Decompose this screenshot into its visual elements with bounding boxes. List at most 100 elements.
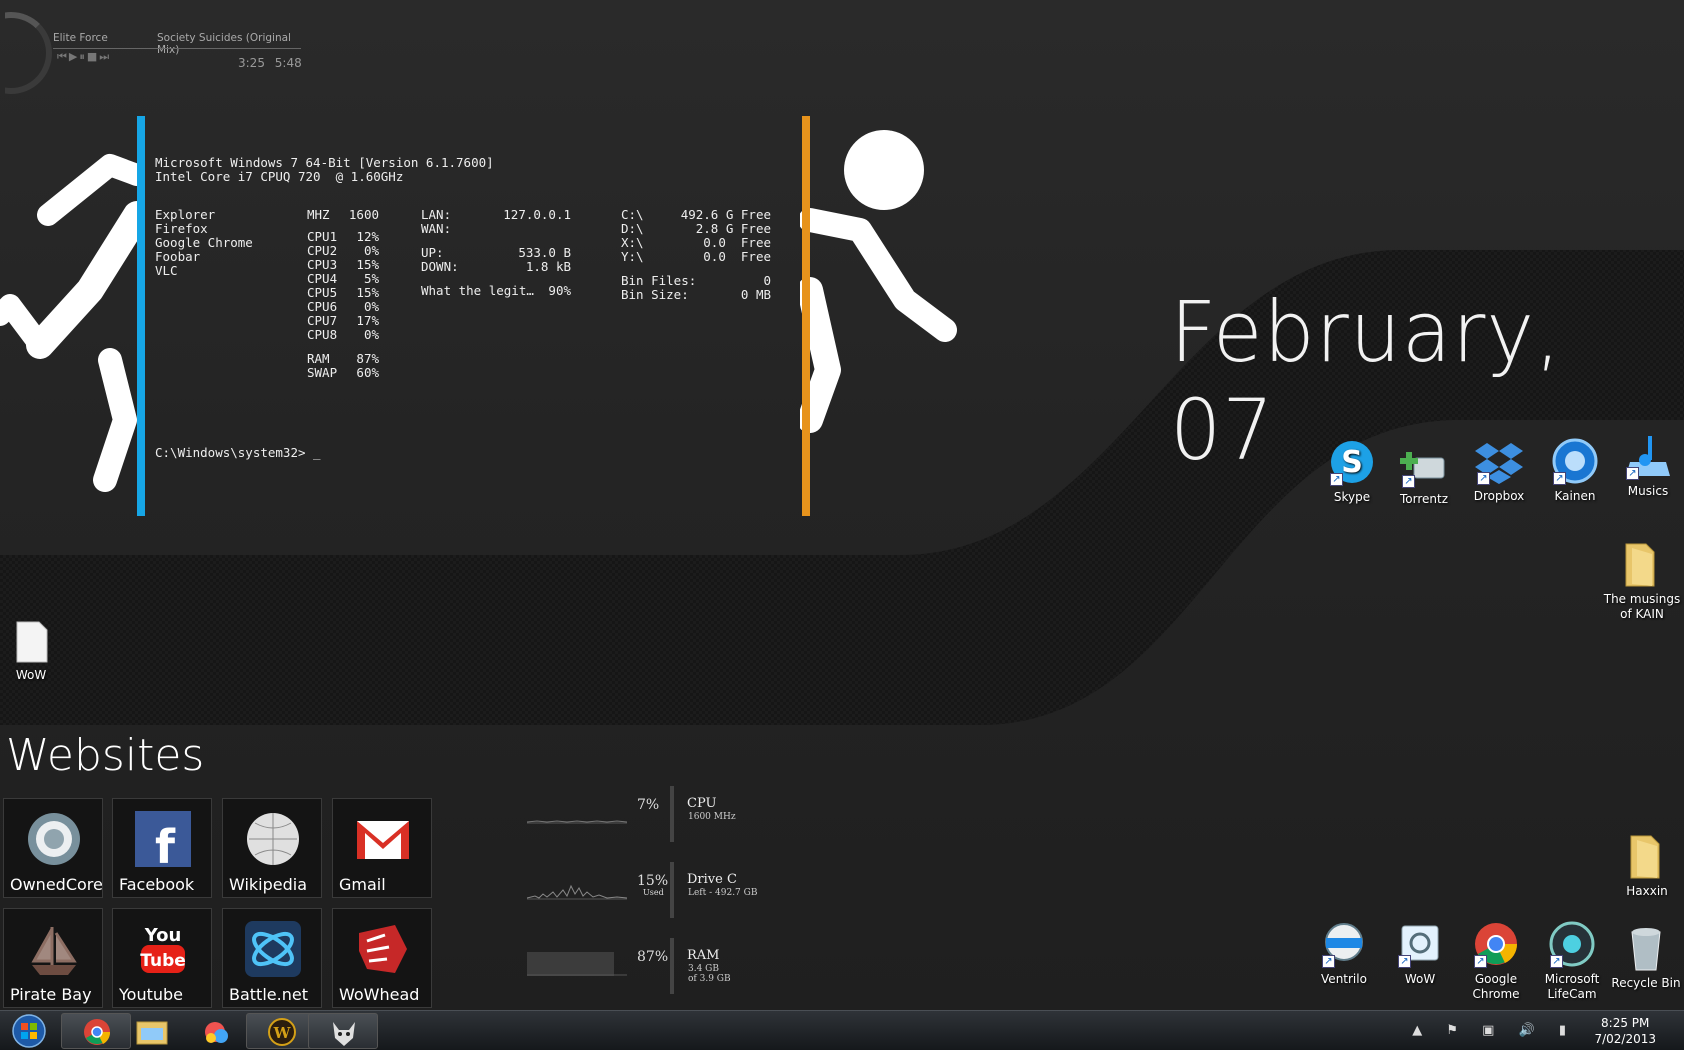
process-item: VLC — [155, 263, 178, 278]
desktop-icon-recycle-bin[interactable]: Recycle Bin — [1608, 924, 1684, 991]
desktop-icon-skype[interactable]: S ↗ Skype — [1311, 438, 1393, 505]
cpu-value: 0% — [363, 299, 379, 314]
taskbar-explorer[interactable] — [116, 1013, 186, 1049]
cpu-meter: 7% CPU 1600 MHz — [527, 786, 757, 842]
desktop-icon-kainen[interactable]: ↗ Kainen — [1534, 437, 1616, 504]
clock-time: 8:25 PM — [1601, 1016, 1650, 1030]
music-folder-icon: ↗ — [1624, 432, 1672, 480]
command-prompt[interactable]: C:\Windows\system32> _ — [155, 444, 321, 462]
taskbar-clock[interactable]: 8:25 PM 7/02/2013 — [1594, 1015, 1656, 1047]
desktop-file-wow[interactable]: WoW — [0, 620, 62, 683]
drive-c-meter-name: Drive C — [687, 872, 737, 887]
process-item: Foobar — [155, 249, 201, 264]
cpu-value: 12% — [356, 229, 379, 244]
system-tray[interactable]: ▲ ⚑ ▣ 🔊 ▮ — [1412, 1023, 1576, 1038]
shortcut-arrow-icon: ↗ — [1553, 472, 1566, 485]
shortcut-arrow-icon: ↗ — [1626, 467, 1639, 480]
folder-icon — [1618, 540, 1666, 588]
desktop-icon-wow[interactable]: ↗ WoW — [1379, 920, 1461, 987]
tile-label: Pirate Bay — [10, 985, 92, 1004]
process-item: Firefox — [155, 221, 208, 236]
drive-value: 0.0 Free — [703, 249, 771, 264]
cpu-label: CPU6 — [307, 299, 338, 314]
ownedcore-icon — [28, 813, 80, 865]
total-time: 5:48 — [274, 56, 302, 70]
icon-label: Dropbox — [1473, 489, 1525, 503]
drive-label: C:\ — [621, 207, 644, 222]
portal-figure-right-icon — [800, 130, 957, 433]
track-title: Society Suicides (Original Mix) — [157, 32, 291, 56]
icon-label: Kainen — [1554, 489, 1596, 503]
recycle-bin-icon — [1622, 924, 1670, 972]
website-tile-youtube[interactable]: You Tube Youtube — [112, 908, 212, 1008]
website-tile-wowhead[interactable]: WoWhead — [332, 908, 432, 1008]
lan-value: 127.0.0.1 — [503, 207, 571, 222]
cpu-label: CPU5 — [307, 285, 338, 300]
drive-c-graph — [527, 884, 627, 900]
desktop-icon-musics[interactable]: ↗ Musics — [1612, 432, 1684, 499]
playback-controls[interactable]: ⏮▶⏸■⏭ — [57, 50, 111, 64]
website-tile-gmail[interactable]: Gmail — [332, 798, 432, 898]
icon-label: Skype — [1333, 490, 1371, 504]
website-tile-wikipedia[interactable]: Wikipedia — [222, 798, 322, 898]
icon-label: WoW — [15, 668, 47, 682]
shortcut-arrow-icon: ↗ — [1398, 955, 1411, 968]
ram-meter: 87% RAM 3.4 GB of 3.9 GB — [527, 938, 757, 994]
shortcut-arrow-icon: ↗ — [1402, 475, 1415, 488]
cpu-stats: MHZ 1600 CPU1 12% CPU2 0% CPU3 15% CPU4 5% CP… — [307, 208, 379, 380]
desktop-icon-chrome[interactable]: ↗ Google Chrome — [1455, 920, 1537, 1002]
ram-used: 3.4 GB — [688, 964, 719, 974]
drive-label: D:\ — [621, 221, 644, 236]
ram-graph — [527, 952, 627, 976]
shortcut-arrow-icon: ↗ — [1474, 955, 1487, 968]
website-tile-pirate-bay[interactable]: Pirate Bay — [3, 908, 103, 1008]
up-label: UP: — [421, 245, 444, 260]
websites-title: Websites — [6, 730, 205, 781]
explorer-icon — [136, 1021, 168, 1045]
kainen-icon: ↗ — [1551, 437, 1599, 485]
desktop-folder-haxxin[interactable]: Haxxin — [1610, 832, 1684, 899]
drive-value: 492.6 G Free — [680, 207, 771, 222]
taskbar-foobar[interactable] — [308, 1013, 378, 1049]
website-tile-ownedcore[interactable]: OwnedCore — [3, 798, 103, 898]
lifecam-icon: ↗ — [1548, 920, 1596, 968]
icon-label: Ventrilo — [1321, 972, 1367, 986]
cpu-mhz: 1600 MHz — [688, 812, 736, 822]
ventrilo-icon: ↗ — [1320, 920, 1368, 968]
torrentz-icon: ↗ — [1400, 440, 1448, 488]
desktop-icon-ventrilo[interactable]: ↗ Ventrilo — [1303, 920, 1385, 987]
desktop-icon-lifecam[interactable]: ↗ Microsoft LifeCam — [1531, 920, 1613, 1002]
cpu-value: 15% — [356, 257, 379, 272]
taskbar: W ▲ ⚑ ▣ 🔊 ▮ 8:25 PM 7/02/2013 — [0, 1010, 1684, 1050]
drive-value: 0.0 Free — [703, 235, 771, 250]
cpu-label: CPU1 — [307, 229, 338, 244]
paint-icon — [205, 1022, 228, 1043]
desktop-folder-musings[interactable]: The musings of KAIN — [1600, 540, 1684, 622]
taskbar-paint[interactable] — [180, 1013, 250, 1049]
wan-label: WAN: — [421, 221, 452, 236]
folder-icon — [1623, 832, 1671, 880]
taskbar-wow[interactable]: W — [246, 1013, 316, 1049]
icon-label: Musics — [1627, 484, 1669, 498]
ram-meter-name: RAM — [687, 948, 720, 963]
media-player-widget: Elite Force Society Suicides (Original M… — [0, 10, 310, 100]
cpu-label: CPU4 — [307, 271, 338, 286]
blank-file-icon — [11, 620, 51, 664]
portal-orange — [802, 116, 810, 516]
website-tile-facebook[interactable]: f Facebook — [112, 798, 212, 898]
desktop-icon-dropbox[interactable]: ↗ Dropbox — [1458, 437, 1540, 504]
skype-icon: S ↗ — [1328, 438, 1376, 486]
tile-label: OwnedCore — [10, 875, 103, 894]
drive-c-left: Left - 492.7 GB — [688, 888, 758, 898]
portal-blue — [137, 116, 145, 516]
player-divider — [53, 48, 301, 49]
swap-label: SWAP — [307, 365, 338, 380]
icon-label: Microsoft LifeCam — [1544, 972, 1600, 1001]
cpu-model: Intel Core i7 CPUQ 720 @ 1.60GHz — [155, 169, 404, 184]
website-tile-battlenet[interactable]: Battle.net — [222, 908, 322, 1008]
shortcut-arrow-icon: ↗ — [1322, 955, 1335, 968]
cpu-meter-name: CPU — [687, 796, 717, 811]
desktop-icon-torrentz[interactable]: ↗ Torrentz — [1383, 440, 1465, 507]
drive-c-meter-detail: Left - 492.7 GB — [680, 888, 760, 898]
start-button[interactable] — [4, 1012, 54, 1050]
